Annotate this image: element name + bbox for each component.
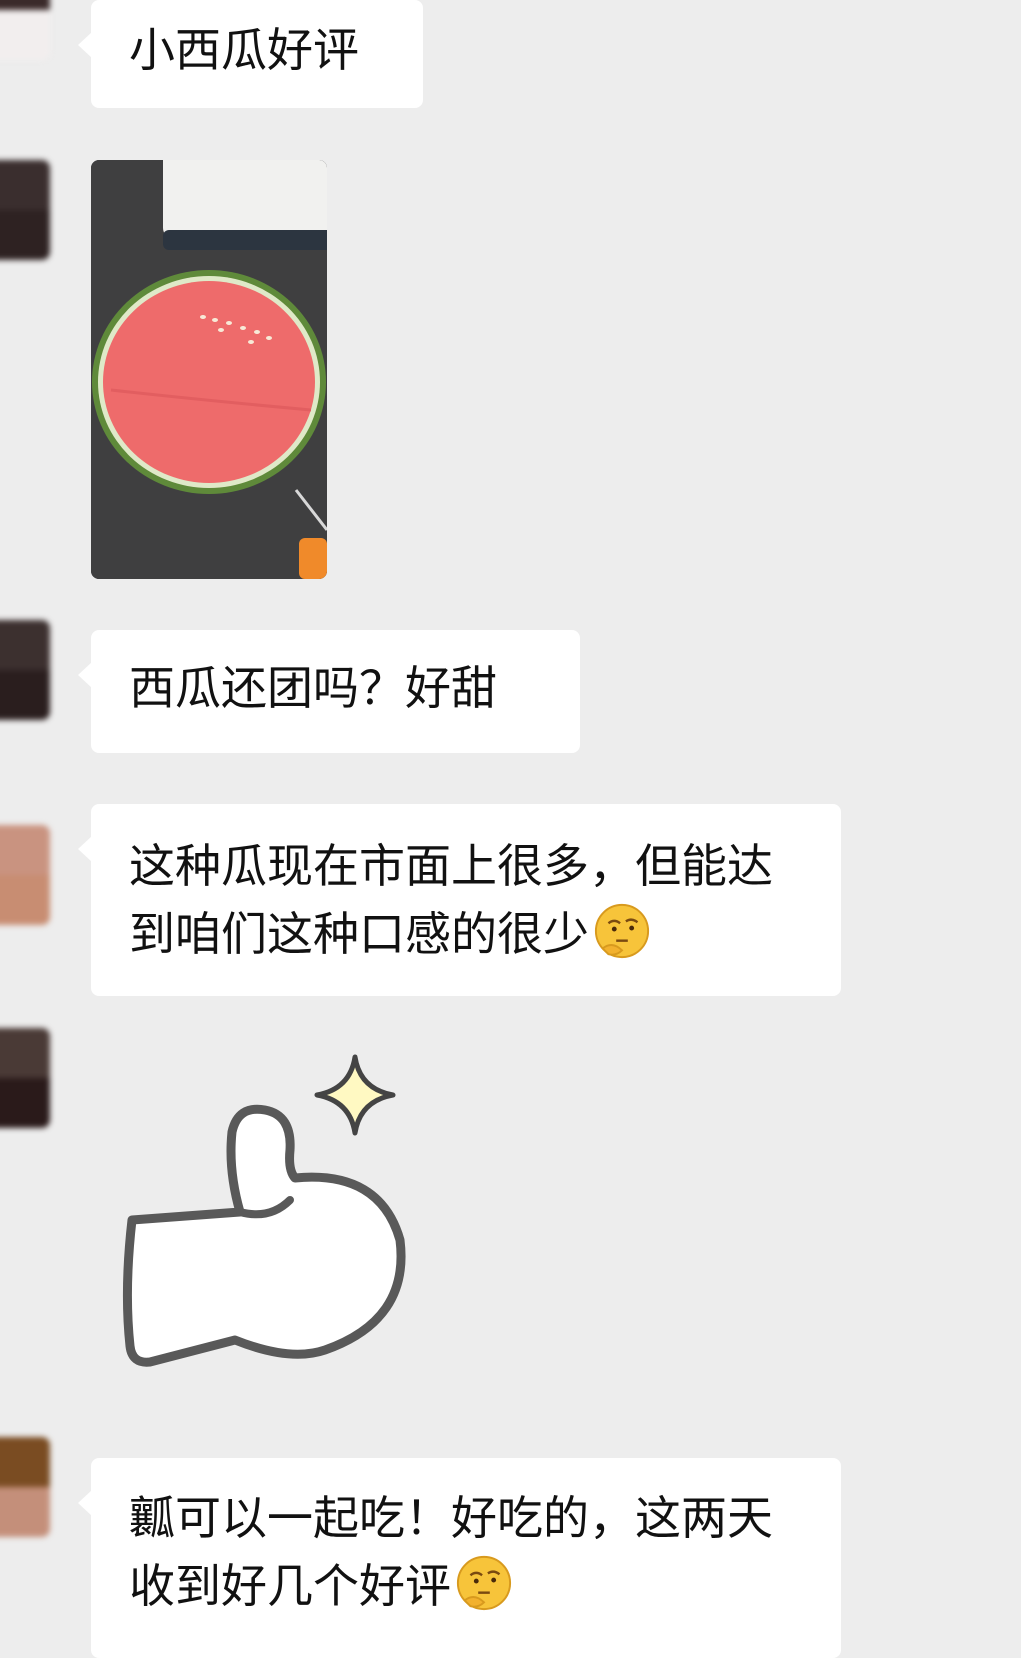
thinking-face-emoji: [456, 1555, 512, 1611]
message-bubble[interactable]: 这种瓜现在市面上很多，但能达到咱们这种口感的很少: [78, 804, 841, 996]
avatar[interactable]: [0, 825, 50, 925]
thinking-face-emoji: [594, 903, 650, 959]
message-text: 这种瓜现在市面上很多，但能达到咱们这种口感的很少: [129, 839, 773, 961]
avatar[interactable]: [0, 0, 50, 60]
thumbs-up-sparkle-sticker[interactable]: [120, 1050, 420, 1380]
message-text: 瓤可以一起吃！好吃的，这两天收到好几个好评: [129, 1491, 773, 1613]
message-text: 西瓜还团吗？好甜: [129, 661, 497, 715]
message-bubble[interactable]: 西瓜还团吗？好甜: [78, 630, 580, 753]
message-bubble[interactable]: 小西瓜好评: [78, 0, 423, 108]
avatar[interactable]: [0, 1437, 50, 1537]
watermelon-image: [91, 160, 327, 579]
avatar[interactable]: [0, 160, 50, 260]
avatar[interactable]: [0, 1028, 50, 1128]
message-bubble[interactable]: 瓤可以一起吃！好吃的，这两天收到好几个好评: [78, 1458, 841, 1658]
message-text: 小西瓜好评: [129, 23, 359, 77]
watermelon-photo[interactable]: [91, 160, 327, 579]
avatar[interactable]: [0, 620, 50, 720]
